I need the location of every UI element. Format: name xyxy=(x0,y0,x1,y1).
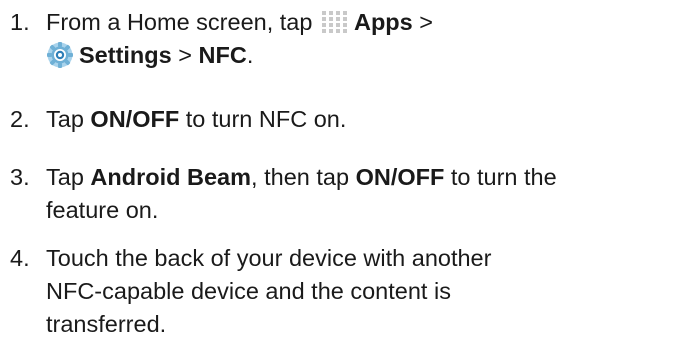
step-number: 1. xyxy=(10,9,30,35)
step-text-segment: to turn the xyxy=(444,164,557,190)
step-text-segment: From a Home screen, tap xyxy=(46,9,313,35)
step-text: Tap Android Beam, then tap ON/OFF to tur… xyxy=(46,161,557,227)
step-text-segment: Tap xyxy=(46,164,91,190)
nfc-label: NFC xyxy=(198,42,247,68)
apps-label: Apps xyxy=(353,9,413,35)
step-number: 3. xyxy=(10,164,30,190)
instruction-steps: 1. From a Home screen, tap Apps > Settin… xyxy=(0,0,676,346)
step-number: 4. xyxy=(10,245,30,271)
settings-gear-icon xyxy=(46,41,74,69)
step-line: Tap Android Beam, then tap ON/OFF to tur… xyxy=(46,161,557,194)
step-text-segment: to turn NFC on. xyxy=(179,106,347,132)
step-text: Tap ON/OFF to turn NFC on. xyxy=(46,103,346,136)
step-line: feature on. xyxy=(46,197,159,223)
step-text: From a Home screen, tap Apps > Settings … xyxy=(46,6,433,72)
step-text-segment: > xyxy=(412,9,433,35)
on-off-label: ON/OFF xyxy=(355,164,445,190)
step-line: NFC-capable device and the content is xyxy=(46,278,451,304)
step-text-segment: , then tap xyxy=(251,164,356,190)
step-text-segment: . xyxy=(246,42,254,68)
step-line: transferred. xyxy=(46,311,167,337)
step-text-segment: Tap xyxy=(46,106,91,132)
settings-label: Settings xyxy=(79,42,172,68)
on-off-label: ON/OFF xyxy=(90,106,180,132)
android-beam-label: Android Beam xyxy=(90,164,252,190)
apps-grid-icon xyxy=(321,10,351,34)
step-line: Touch the back of your device with anoth… xyxy=(46,245,492,271)
step-line: Tap ON/OFF to turn NFC on. xyxy=(46,103,346,136)
step-text: Touch the back of your device with anoth… xyxy=(46,242,491,341)
step-line: From a Home screen, tap Apps > xyxy=(46,6,433,39)
step-text-segment: > xyxy=(171,42,199,68)
step-number: 2. xyxy=(10,106,30,132)
step-line: Settings > NFC. xyxy=(46,39,433,72)
